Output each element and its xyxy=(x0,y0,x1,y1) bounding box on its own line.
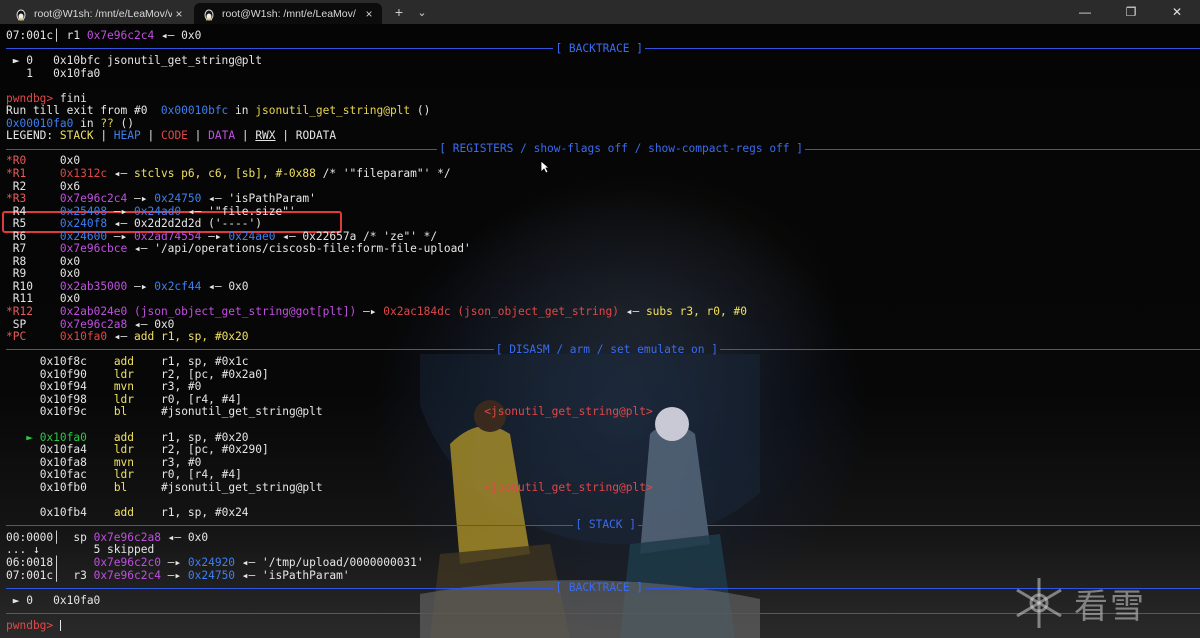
linux-tux-icon xyxy=(202,7,216,21)
disasm-opcode: ldr xyxy=(113,367,135,381)
disasm-symbol: <jsonutil_get_string@plt> xyxy=(484,480,653,494)
minimize-button[interactable]: — xyxy=(1062,0,1108,24)
watermark-text: 看雪 xyxy=(1074,586,1146,627)
disasm-marker xyxy=(19,368,39,381)
new-tab-button[interactable]: + xyxy=(390,3,408,21)
disasm-symbol: <jsonutil_get_string@plt> xyxy=(484,405,653,419)
disasm-line: 0x10fb0 bl #jsonutil_get_string@plt <jso… xyxy=(6,480,1200,495)
disasm-opcode: mvn xyxy=(113,380,135,394)
disasm-marker xyxy=(19,481,39,494)
tab-bar: root@W1sh: /mnt/e/LeaMov/v × root@W1sh: … xyxy=(0,0,1200,24)
stack-entry: 00:0000│ sp 0x7e96c2a8 ◂— 0x0 xyxy=(6,530,209,544)
disasm-address: 0x10f9c xyxy=(39,405,87,419)
terminal-output: 07:001c│ r1 0x7e96c2c4 ◂— 0x0 [ BACKTRAC… xyxy=(6,29,1200,632)
mouse-pointer-icon xyxy=(540,160,550,174)
disasm-line: 0x10f9c bl #jsonutil_get_string@plt <jso… xyxy=(6,406,1200,419)
register-r8: R8 0x0 xyxy=(6,254,81,268)
disasm-marker xyxy=(19,355,39,368)
disasm-address: 0x10fa4 xyxy=(39,443,87,457)
disasm-opcode: ldr xyxy=(113,392,135,406)
disasm-address: 0x10fa0 xyxy=(39,430,87,444)
register-r12: *R12 0x2ab024e0 (json_object_get_string@… xyxy=(6,305,747,319)
disasm-operands: #jsonutil_get_string@plt xyxy=(160,405,323,419)
disasm-opcode: bl xyxy=(113,405,128,419)
maximize-button[interactable]: ❐ xyxy=(1108,0,1154,24)
disasm-operands: r3, #0 xyxy=(160,380,202,394)
disasm-marker xyxy=(19,393,39,406)
tab-title: root@W1sh: /mnt/e/LeaMov/ xyxy=(222,7,356,20)
disasm-marker: ► xyxy=(19,430,40,444)
disasm-address: 0x10f98 xyxy=(39,392,87,406)
disasm-opcode: ldr xyxy=(113,468,135,482)
disasm-address: 0x10fb0 xyxy=(39,480,87,494)
snowflake-logo-icon xyxy=(1016,578,1062,628)
tab-terminal-2-active[interactable]: root@W1sh: /mnt/e/LeaMov/ × xyxy=(194,3,382,24)
tab-dropdown-button[interactable]: ⌄ xyxy=(414,3,430,21)
backtrace-frame: 1 0x10fa0 xyxy=(6,66,101,80)
disasm-operands: r1, sp, #0x24 xyxy=(160,505,249,519)
disasm-address: 0x10f94 xyxy=(39,380,87,394)
linux-tux-icon xyxy=(14,7,28,21)
disasm-marker xyxy=(19,405,39,418)
disassembly-block: 0x10f8c add r1, sp, #0x1c 0x10f90 ldr r2… xyxy=(6,355,1200,519)
register-pc: *PC 0x10fa0 ◂— add r1, sp, #0x20 xyxy=(6,330,249,344)
disasm-marker xyxy=(19,468,39,481)
close-tab-button[interactable]: × xyxy=(362,7,376,21)
backtrace-frame: ► 0 0x10bfc jsonutil_get_string@plt xyxy=(6,54,262,68)
disasm-opcode: mvn xyxy=(113,455,135,469)
watermark: 看雪 xyxy=(1010,574,1146,632)
text-cursor xyxy=(59,620,61,632)
disasm-opcode: bl xyxy=(113,480,128,494)
register-r7: R7 0x7e96cbce ◂— '/api/operations/ciscos… xyxy=(6,242,471,256)
disasm-address: 0x10fa8 xyxy=(39,455,87,469)
disasm-operands: r3, #0 xyxy=(160,455,202,469)
register-r10: R10 0x2ab35000 —▸ 0x2cf44 ◂— 0x0 xyxy=(6,279,249,293)
disasm-address: 0x10f90 xyxy=(39,367,87,381)
close-window-button[interactable]: ✕ xyxy=(1154,0,1200,24)
disasm-operands: r1, sp, #0x1c xyxy=(160,355,249,369)
disasm-marker xyxy=(19,380,39,393)
disasm-operands: r2, [pc, #0x290] xyxy=(160,443,269,457)
disasm-marker xyxy=(19,456,39,469)
context-line: 07:001c│ r1 0x7e96c2c4 ◂— 0x0 xyxy=(6,29,202,42)
disasm-opcode: add xyxy=(113,505,135,519)
disasm-operands: #jsonutil_get_string@plt xyxy=(160,480,323,494)
tab-terminal-1[interactable]: root@W1sh: /mnt/e/LeaMov/v × xyxy=(6,3,192,24)
disasm-operands: r0, [r4, #4] xyxy=(160,392,242,406)
close-tab-button[interactable]: × xyxy=(172,7,186,21)
disasm-address: 0x10fac xyxy=(39,468,87,482)
tab-title: root@W1sh: /mnt/e/LeaMov/v xyxy=(34,7,172,20)
disasm-opcode: add xyxy=(113,355,135,369)
disasm-marker xyxy=(19,443,39,456)
disasm-opcode: add xyxy=(113,430,135,444)
separator-registers: [ REGISTERS / show-flags off / show-comp… xyxy=(6,142,1200,156)
disasm-address: 0x10f8c xyxy=(39,355,87,369)
disasm-marker xyxy=(19,506,39,519)
disasm-operands: r0, [r4, #4] xyxy=(160,468,242,482)
disasm-address: 0x10fb4 xyxy=(39,505,87,519)
terminal-pane[interactable]: 07:001c│ r1 0x7e96c2c4 ◂— 0x0 [ BACKTRAC… xyxy=(0,24,1200,638)
output-line: Run till exit from #0 0x00010bfc in json… xyxy=(6,104,431,118)
disasm-opcode: ldr xyxy=(113,443,135,457)
disasm-operands: r1, sp, #0x20 xyxy=(160,430,249,444)
disasm-operands: r2, [pc, #0x2a0] xyxy=(160,367,269,381)
register-r1: *R1 0x1312c ◂— stclvs p6, c6, [sb], #-0x… xyxy=(6,167,451,181)
